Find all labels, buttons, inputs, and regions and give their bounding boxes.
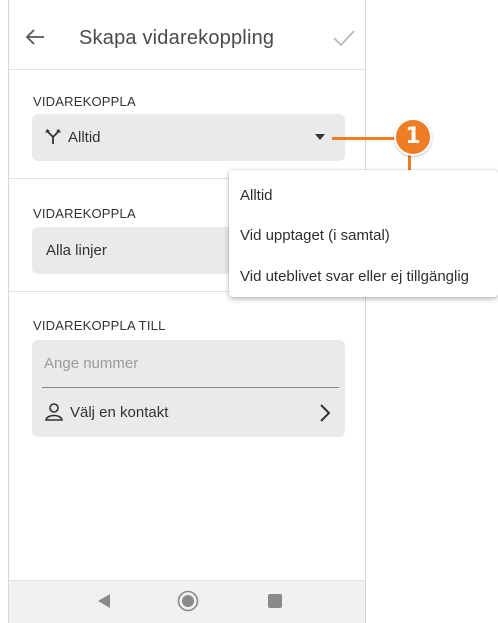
route-split-icon [45,129,61,144]
app-bar: Skapa vidarekoppling [9,0,365,70]
choose-contact-label: Välj en kontakt [70,404,169,421]
dropdown-option-busy[interactable]: Vid upptaget (i samtal) [229,216,498,256]
check-icon[interactable] [333,29,355,47]
person-icon [45,403,63,421]
forward-to-box: Välj en kontakt [32,340,345,437]
forward-when-select[interactable]: Alltid [32,114,345,161]
system-nav-bar [9,580,365,623]
callout-badge: 1 [394,118,432,156]
dropdown-option-always[interactable]: Alltid [229,176,498,216]
page-title: Skapa vidarekoppling [79,27,275,49]
section-label-lines: VIDAREKOPPLA [33,206,136,221]
phone-number-input[interactable] [44,348,337,378]
section-label-forward-to: VIDAREKOPPLA TILL [33,318,166,333]
forward-when-dropdown: Alltid Vid upptaget (i samtal) Vid utebl… [229,170,498,297]
dropdown-caret-icon [315,134,325,140]
arrow-left-icon[interactable] [25,28,45,46]
input-underline [42,387,339,388]
nav-back-icon[interactable] [97,593,111,609]
dropdown-option-no-answer[interactable]: Vid uteblivet svar eller ej tillgänglig [229,257,498,297]
choose-contact-button[interactable]: Välj en kontakt [32,390,345,437]
forward-when-value: Alltid [68,129,101,146]
nav-home-icon[interactable] [177,590,199,612]
nav-recents-icon[interactable] [268,594,282,608]
section-label-forward-when: VIDAREKOPPLA [33,94,136,109]
chevron-right-icon [320,404,331,422]
phone-screen: Skapa vidarekoppling VIDAREKOPPLA Alltid… [8,0,366,623]
lines-value: Alla linjer [46,242,107,259]
